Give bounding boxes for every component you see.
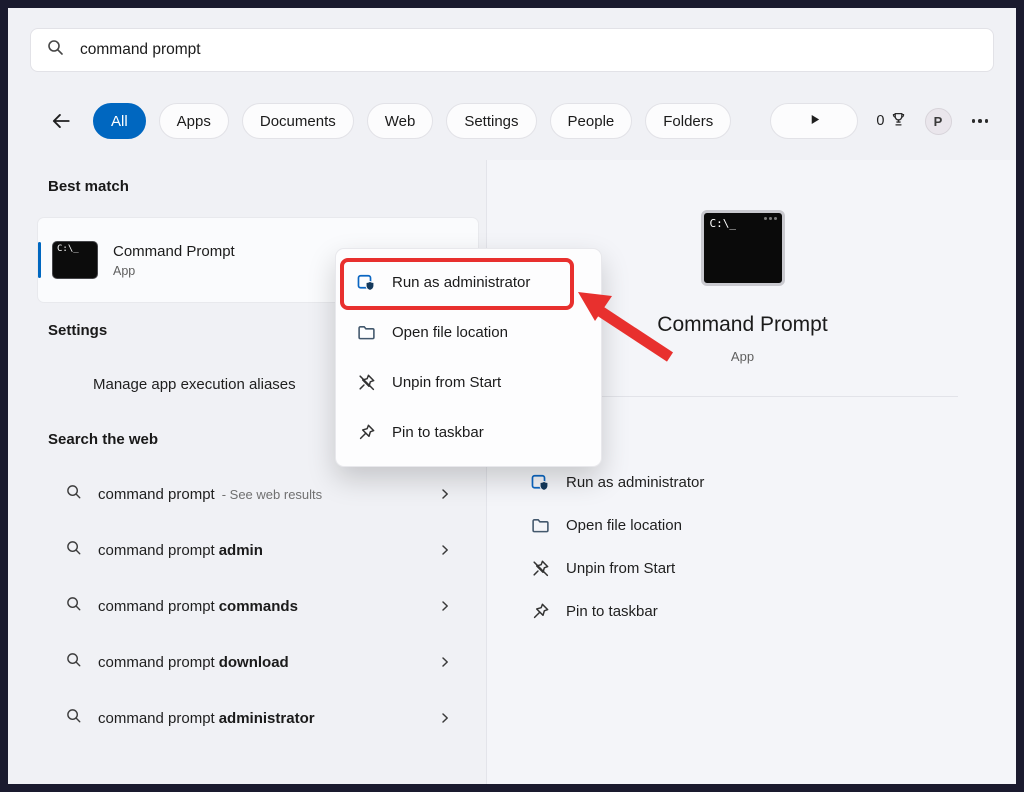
suggestion-text: command promptadministrator — [98, 710, 315, 727]
menu-item-label: Unpin from Start — [392, 374, 501, 391]
chevron-right-icon[interactable] — [438, 487, 452, 501]
settings-heading: Settings — [48, 322, 107, 339]
menu-item-label: Run as administrator — [392, 274, 530, 291]
menu-item-run-as-admin[interactable]: Run as administrator — [336, 257, 601, 307]
suggestion-bold: admin — [219, 542, 263, 559]
web-suggestion-row[interactable]: command promptcommands — [38, 584, 478, 628]
folder-icon — [531, 516, 550, 535]
suggestion-bold: download — [219, 654, 289, 671]
filter-tabs-row: All Apps Documents Web Settings People F… — [48, 103, 990, 139]
selection-accent-bar — [38, 242, 41, 278]
search-icon — [66, 652, 82, 673]
tab-settings[interactable]: Settings — [446, 103, 536, 139]
search-icon — [66, 540, 82, 561]
web-suggestion-row[interactable]: command prompt - See web results — [38, 472, 478, 516]
best-match-title: Command Prompt — [113, 243, 235, 260]
trophy-icon — [890, 111, 907, 132]
menu-item-pin-to-taskbar[interactable]: Pin to taskbar — [336, 407, 601, 457]
preview-action-unpin-from-start[interactable]: Unpin from Start — [487, 547, 998, 590]
unpin-icon — [531, 559, 550, 578]
tab-people[interactable]: People — [550, 103, 633, 139]
cmd-glyph: C:\_ — [710, 217, 737, 230]
search-input[interactable] — [78, 40, 977, 60]
action-label: Open file location — [566, 517, 682, 534]
run-as-admin-shield-icon — [531, 473, 550, 492]
topbar-right-cluster: 0 P — [770, 103, 990, 139]
preview-action-open-file-location[interactable]: Open file location — [487, 504, 998, 547]
web-suggestion-row[interactable]: command promptadministrator — [38, 696, 478, 740]
chevron-right-icon[interactable] — [438, 655, 452, 669]
web-suggestion-row[interactable]: command promptdownload — [38, 640, 478, 684]
suggestion-text: command promptcommands — [98, 598, 298, 615]
tab-documents[interactable]: Documents — [242, 103, 354, 139]
tab-all[interactable]: All — [93, 103, 146, 139]
suggestion-query: command prompt — [98, 486, 215, 503]
action-label: Pin to taskbar — [566, 603, 658, 620]
chevron-right-icon[interactable] — [438, 711, 452, 725]
suggestion-text: command prompt - See web results — [98, 486, 322, 503]
search-icon — [66, 708, 82, 729]
menu-item-open-file-location[interactable]: Open file location — [336, 307, 601, 357]
rewards-count: 0 — [876, 113, 884, 129]
windows-search-flyout: All Apps Documents Web Settings People F… — [8, 8, 1016, 784]
suggestion-query: command prompt — [98, 542, 215, 559]
unpin-icon — [357, 373, 376, 392]
suggestion-query: command prompt — [98, 654, 215, 671]
suggestion-query: command prompt — [98, 598, 215, 615]
command-prompt-icon-large: C:\_ — [701, 210, 785, 286]
play-icon — [808, 113, 821, 130]
best-match-subtitle: App — [113, 264, 235, 278]
chevron-right-icon[interactable] — [438, 599, 452, 613]
chevron-right-icon[interactable] — [438, 543, 452, 557]
search-icon — [66, 596, 82, 617]
run-as-admin-shield-icon — [357, 273, 376, 292]
search-bar[interactable] — [30, 28, 994, 72]
action-label: Unpin from Start — [566, 560, 675, 577]
preview-action-pin-to-taskbar[interactable]: Pin to taskbar — [487, 590, 998, 633]
menu-item-label: Pin to taskbar — [392, 424, 484, 441]
suggestion-text: command promptdownload — [98, 654, 289, 671]
tab-apps[interactable]: Apps — [159, 103, 229, 139]
search-icon — [47, 39, 64, 61]
suggestion-meta: - See web results — [222, 487, 322, 502]
avatar[interactable]: P — [925, 108, 952, 135]
settings-result-manage-aliases[interactable]: Manage app execution aliases — [93, 376, 296, 393]
play-filter-button[interactable] — [770, 103, 858, 139]
suggestion-bold: administrator — [219, 710, 315, 727]
more-options-icon[interactable] — [970, 113, 991, 129]
pin-icon — [531, 602, 550, 621]
tab-web[interactable]: Web — [367, 103, 434, 139]
search-icon — [66, 484, 82, 505]
folder-icon — [357, 323, 376, 342]
menu-item-unpin-from-start[interactable]: Unpin from Start — [336, 357, 601, 407]
command-prompt-icon-small: C:\_ — [52, 241, 98, 279]
context-menu: Run as administrator Open file location … — [335, 248, 602, 467]
best-match-text: Command Prompt App — [113, 243, 235, 278]
suggestion-text: command promptadmin — [98, 542, 263, 559]
action-label: Run as administrator — [566, 474, 704, 491]
suggestion-query: command prompt — [98, 710, 215, 727]
web-suggestion-row[interactable]: command promptadmin — [38, 528, 478, 572]
pin-icon — [357, 423, 376, 442]
back-arrow-icon[interactable] — [48, 108, 74, 134]
window-dots-icon — [764, 217, 777, 220]
tab-folders[interactable]: Folders — [645, 103, 731, 139]
rewards-counter[interactable]: 0 — [876, 111, 906, 132]
search-web-heading: Search the web — [48, 431, 158, 448]
screenshot-root: All Apps Documents Web Settings People F… — [0, 0, 1024, 792]
menu-item-label: Open file location — [392, 324, 508, 341]
preview-actions: Run as administrator Open file location — [487, 461, 998, 633]
suggestion-bold: commands — [219, 598, 298, 615]
preview-action-run-as-admin[interactable]: Run as administrator — [487, 461, 998, 504]
best-match-heading: Best match — [48, 178, 129, 195]
